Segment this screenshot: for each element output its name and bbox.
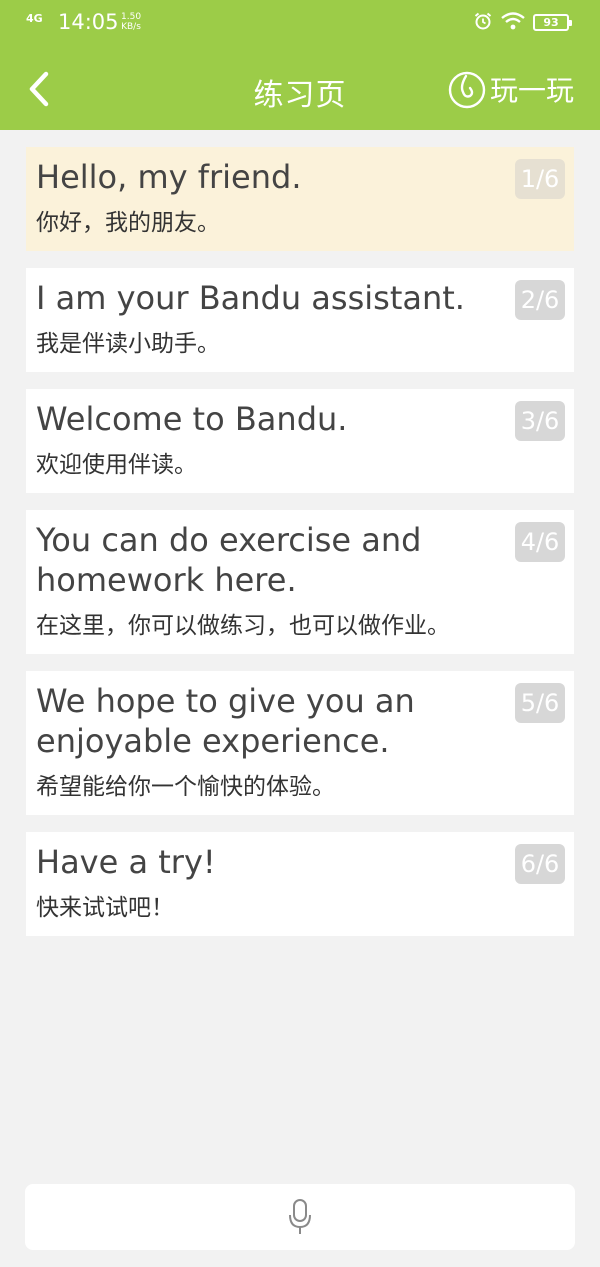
sentence-english: We hope to give you an enjoyable experie…	[36, 682, 415, 760]
sentence-index-badge: 6/6	[515, 844, 565, 884]
sentence-index-badge: 2/6	[515, 280, 565, 320]
sentence-index-badge: 5/6	[515, 683, 565, 723]
status-time: 14:05	[58, 10, 119, 34]
wifi-icon	[501, 12, 525, 30]
sentence-english: Have a try!	[36, 843, 216, 881]
network-speed-value: 1.50	[121, 12, 142, 22]
status-bar: 4G 14:05 1.50 KB/s 93	[0, 0, 600, 48]
play-button[interactable]: 玩一玩	[446, 62, 574, 116]
sentence-index-badge: 3/6	[515, 401, 565, 441]
sentence-chinese: 欢迎使用伴读。	[36, 452, 197, 478]
sentence-chinese: 快来试试吧！	[36, 895, 174, 921]
sentence-chinese: 在这里，你可以做练习，也可以做作业。	[36, 613, 450, 639]
sentence-card[interactable]: You can do exercise and homework here. 在…	[26, 510, 574, 654]
alarm-icon	[474, 12, 492, 30]
sentence-chinese: 你好，我的朋友。	[36, 210, 220, 236]
sentence-english: I am your Bandu assistant.	[36, 279, 465, 317]
network-speed-unit: KB/s	[121, 22, 141, 32]
sentence-index-badge: 1/6	[515, 159, 565, 199]
network-speed: 1.50 KB/s	[121, 12, 141, 32]
microphone-icon	[289, 1199, 311, 1234]
sentence-chinese: 希望能给你一个愉快的体验。	[36, 774, 335, 800]
sentence-card[interactable]: We hope to give you an enjoyable experie…	[26, 671, 574, 815]
app-header: 4G 14:05 1.50 KB/s 93 练习页 玩一玩	[0, 0, 600, 130]
battery-indicator: 93	[533, 14, 572, 31]
sentence-card[interactable]: Have a try! 快来试试吧！ 6/6	[26, 832, 574, 936]
sentence-card[interactable]: Hello, my friend. 你好，我的朋友。 1/6	[26, 147, 574, 251]
sentence-card[interactable]: I am your Bandu assistant. 我是伴读小助手。 2/6	[26, 268, 574, 372]
sentence-chinese: 我是伴读小助手。	[36, 331, 220, 357]
game-icon	[448, 71, 486, 109]
play-button-label: 玩一玩	[490, 74, 575, 107]
sentence-index-badge: 4/6	[515, 522, 565, 562]
sentence-list: Hello, my friend. 你好，我的朋友。 1/6 I am your…	[26, 147, 574, 953]
sentence-english: Hello, my friend.	[36, 158, 302, 196]
nav-bar: 练习页 玩一玩	[0, 48, 600, 130]
sentence-english: Welcome to Bandu.	[36, 400, 348, 438]
sentence-english: You can do exercise and homework here.	[36, 521, 422, 599]
record-button[interactable]	[25, 1184, 575, 1250]
network-indicator: 4G	[26, 12, 43, 25]
sentence-card[interactable]: Welcome to Bandu. 欢迎使用伴读。 3/6	[26, 389, 574, 493]
